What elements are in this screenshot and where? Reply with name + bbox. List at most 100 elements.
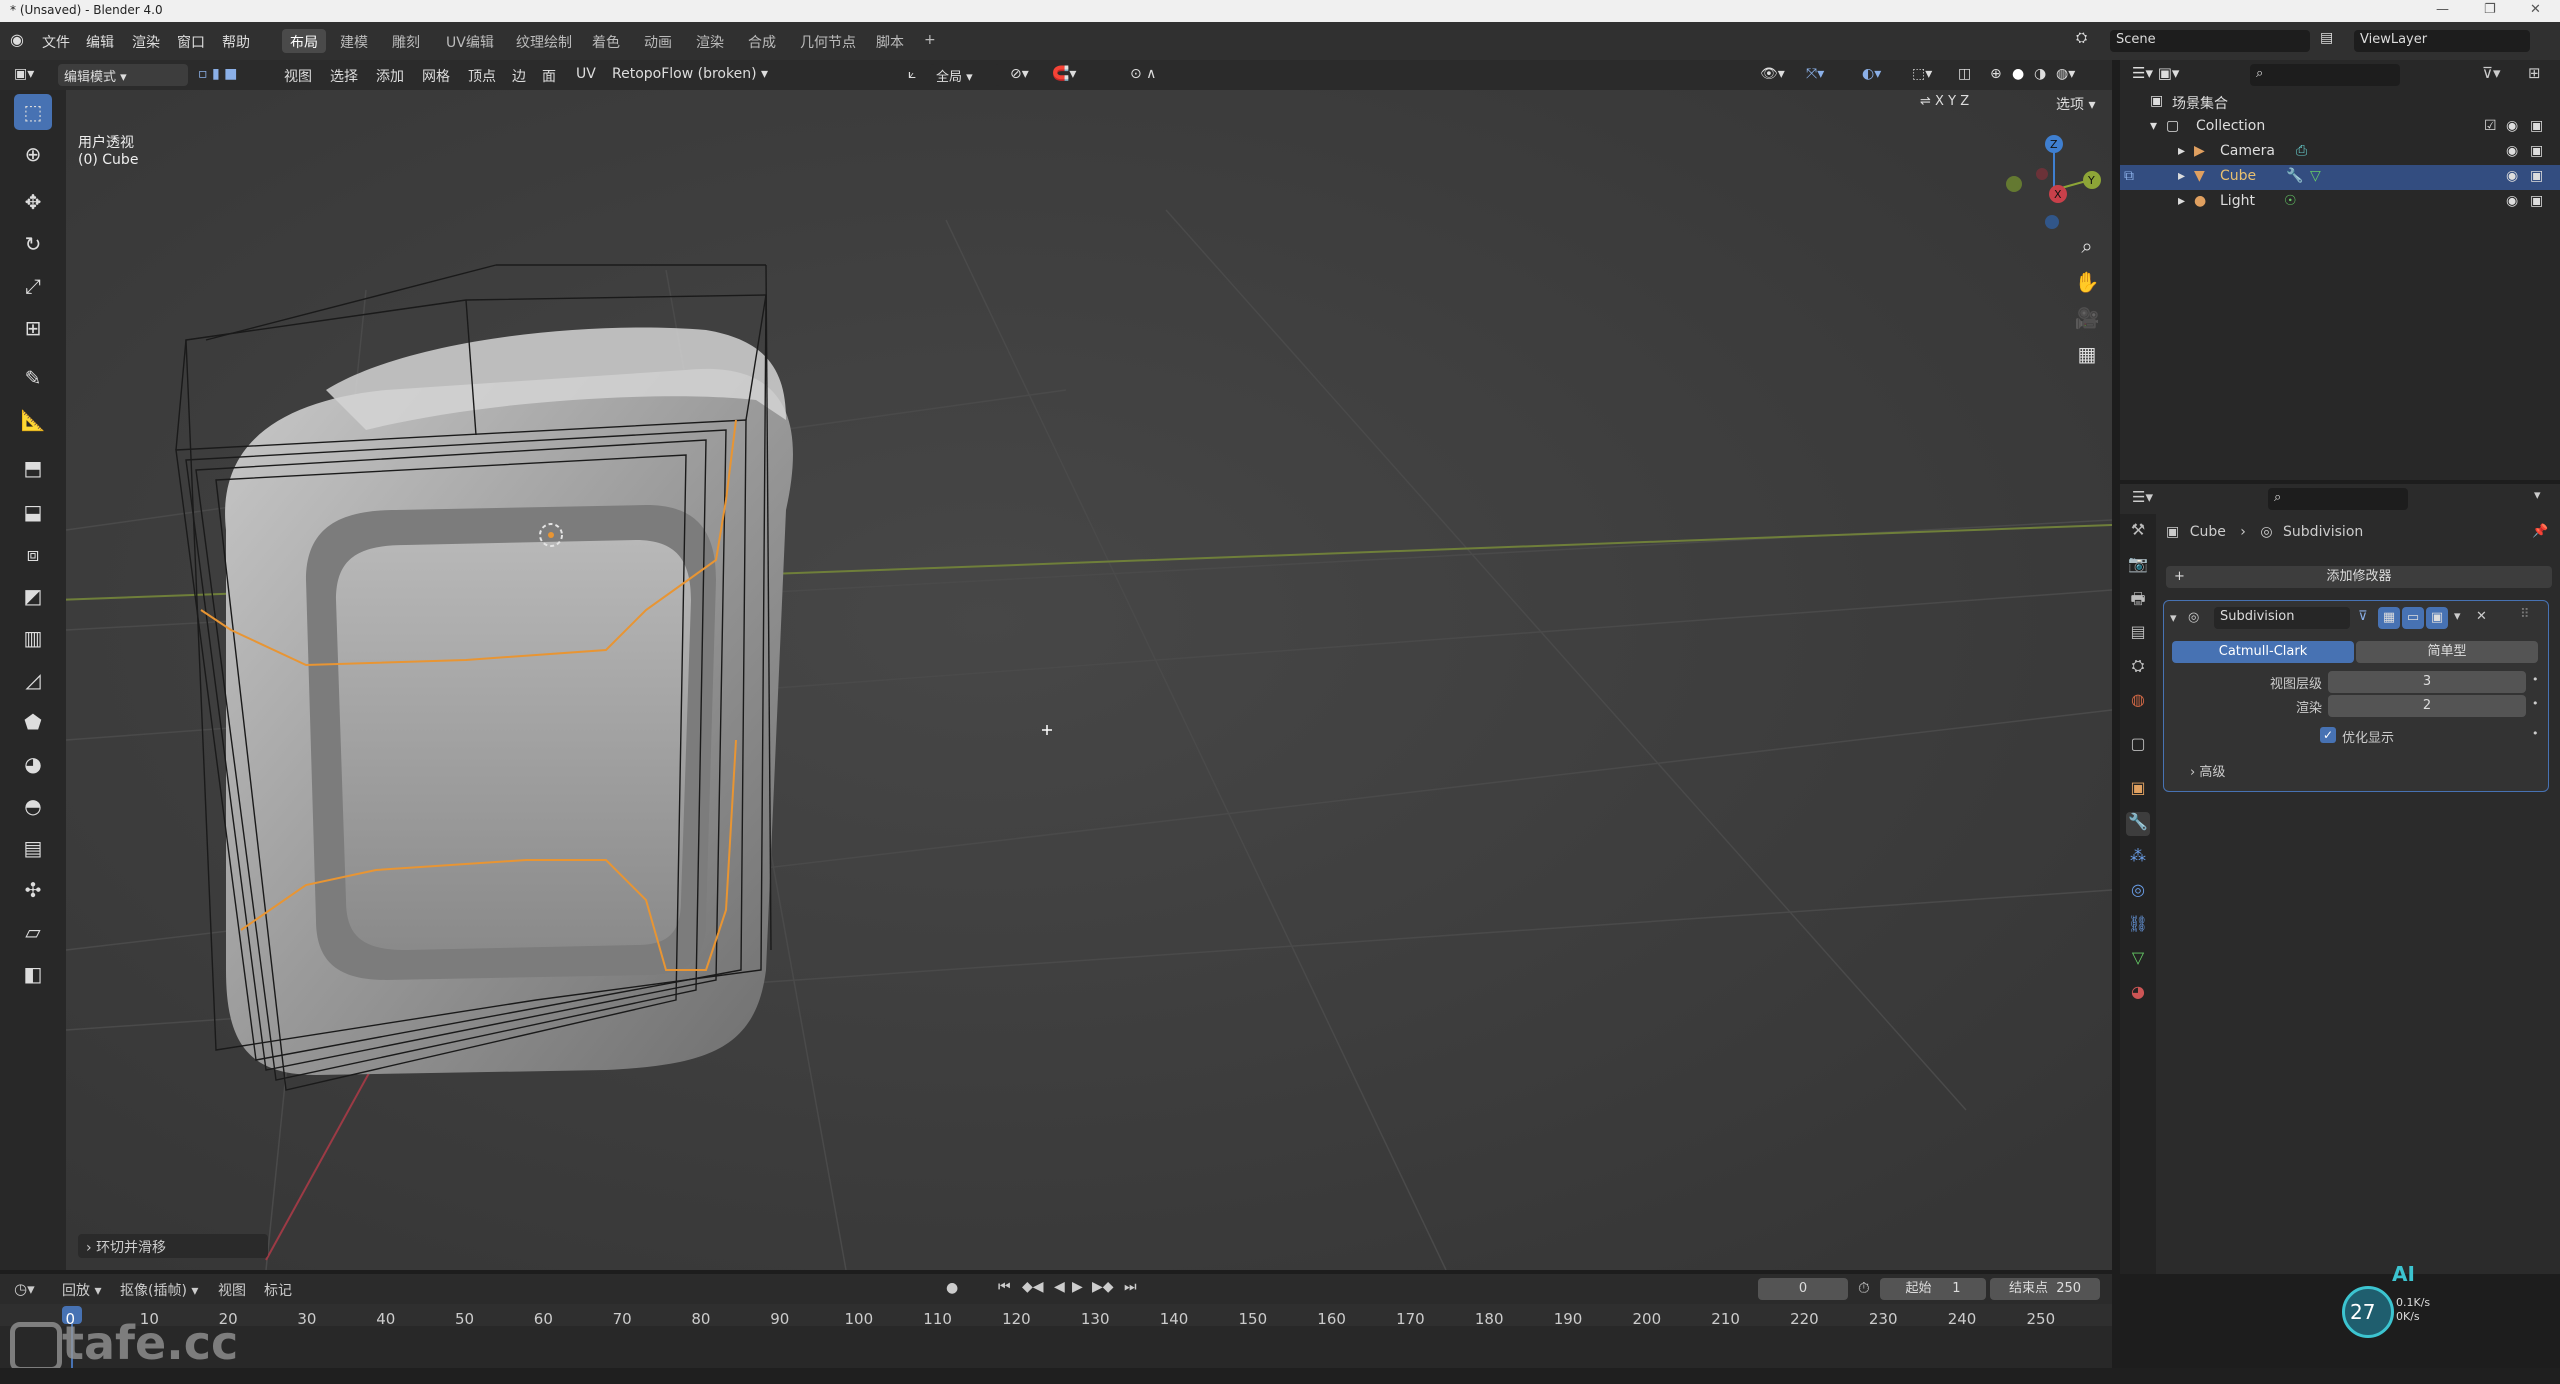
play-icon[interactable]: ▶	[1072, 1279, 1083, 1295]
poly-build-tool-icon[interactable]: ⬟	[14, 704, 52, 740]
pan-hand-icon[interactable]: ✋	[2072, 270, 2102, 300]
spin-tool-icon[interactable]: ◕	[14, 746, 52, 782]
workspace-tab-modeling[interactable]: 建模	[332, 29, 376, 53]
add-menu[interactable]: 添加	[376, 66, 404, 86]
keyframe-dot-icon[interactable]: •	[2532, 673, 2539, 686]
shading-wireframe-icon[interactable]: ⊕	[1990, 66, 2002, 82]
outliner-row-collection[interactable]: ▾ ▢ Collection ☑ ◉ ▣	[2120, 115, 2560, 140]
blender-logo-icon[interactable]: ◉	[10, 30, 24, 49]
knife-tool-icon[interactable]: ◿	[14, 662, 52, 698]
rotate-tool-icon[interactable]: ↻	[14, 226, 52, 262]
workspace-tab-uv[interactable]: UV编辑	[438, 29, 502, 53]
shrink-fatten-tool-icon[interactable]: ✣	[14, 872, 52, 908]
vertex-menu[interactable]: 顶点	[468, 66, 496, 86]
pin-icon[interactable]: 📌	[2532, 524, 2548, 539]
modifier-tab-icon[interactable]: 🔧	[2126, 812, 2150, 836]
marker-menu[interactable]: 标记	[264, 1280, 292, 1300]
keyframe-dot-icon[interactable]: •	[2532, 727, 2539, 740]
jump-start-icon[interactable]: ⏮	[998, 1279, 1011, 1295]
select-menu[interactable]: 选择	[330, 66, 358, 86]
outliner-search-input[interactable]: ⌕	[2250, 64, 2400, 86]
visibility-eye-icon[interactable]: ◉	[2506, 118, 2518, 134]
add-workspace-button[interactable]: +	[916, 29, 944, 53]
workspace-tab-texture-paint[interactable]: 纹理绘制	[508, 29, 580, 53]
outliner-editor-icon[interactable]: ☰▾ ▣▾	[2132, 64, 2179, 82]
workspace-tab-sculpt[interactable]: 雕刻	[384, 29, 428, 53]
filter-icon[interactable]: ⊽▾	[2482, 64, 2501, 82]
mirror-axis-toggles[interactable]: ⇌ X Y Z	[1920, 94, 1969, 109]
face-menu[interactable]: 面	[542, 66, 556, 86]
transform-orientation-selector[interactable]: 全局 ▾	[930, 64, 1000, 86]
render-levels-input[interactable]: 2	[2328, 695, 2526, 717]
catmull-clark-button[interactable]: Catmull-Clark	[2172, 641, 2354, 663]
expand-chevron-icon[interactable]: ▸	[2178, 193, 2185, 209]
loop-cut-tool-icon[interactable]: ▥	[14, 620, 52, 656]
expand-chevron-icon[interactable]: ▸	[2178, 143, 2185, 159]
visibility-eye-icon[interactable]: ◉	[2506, 168, 2518, 184]
scale-tool-icon[interactable]: ⤢	[14, 268, 52, 304]
properties-editor-icon[interactable]: ☰▾	[2132, 488, 2153, 506]
viewport-display-toggle-icon[interactable]: ▭	[2402, 607, 2424, 629]
scene-tab-icon[interactable]: ⛭	[2126, 656, 2150, 680]
zoom-icon[interactable]: ⌕	[2072, 234, 2102, 264]
render-camera-icon[interactable]: ▣	[2530, 118, 2543, 134]
expand-chevron-icon[interactable]: ▸	[2178, 168, 2185, 184]
extrude-tool-icon[interactable]: ⬓	[14, 494, 52, 530]
object-tab-icon[interactable]: ▣	[2126, 778, 2150, 802]
bevel-tool-icon[interactable]: ◩	[14, 578, 52, 614]
cage-toggle-icon[interactable]: ▦	[2378, 607, 2400, 629]
mirror-y[interactable]: Y	[1948, 94, 1956, 109]
menu-file[interactable]: 文件	[42, 32, 70, 52]
edit-mode-toggle-icon[interactable]: ⊽	[2358, 609, 2368, 624]
retopoflow-menu[interactable]: RetopoFlow (broken) ▾	[612, 66, 768, 82]
uv-menu[interactable]: UV	[576, 66, 596, 82]
render-toggle-icon[interactable]: ▣	[2426, 607, 2448, 629]
workspace-tab-layout[interactable]: 布局	[282, 29, 326, 53]
mirror-icon[interactable]: ⇌	[1920, 94, 1931, 109]
render-tab-icon[interactable]: 📷	[2126, 554, 2150, 578]
advanced-subpanel[interactable]: › 高级	[2190, 761, 2225, 780]
optimal-display-checkbox[interactable]: ✓	[2320, 727, 2336, 743]
render-camera-icon[interactable]: ▣	[2530, 168, 2543, 184]
shading-rendered-icon[interactable]: ◍▾	[2056, 66, 2075, 82]
shading-solid-icon[interactable]: ●	[2012, 66, 2024, 82]
particles-tab-icon[interactable]: ⁂	[2126, 846, 2150, 870]
select-mode-icons[interactable]: ▫ ▮ ■	[198, 66, 237, 82]
menu-help[interactable]: 帮助	[222, 32, 250, 52]
checkbox-icon[interactable]: ☑	[2484, 118, 2497, 134]
3d-viewport[interactable]: 用户透视 (0) Cube › 环切并滑移 ⇌ X Y Z 选项 ▾	[55, 90, 2113, 1271]
view-layer-selector[interactable]: ViewLayer	[2354, 30, 2530, 52]
modifier-name-input[interactable]: Subdivision	[2214, 607, 2350, 629]
shading-material-icon[interactable]: ◑	[2034, 66, 2046, 82]
physics-tab-icon[interactable]: ◎	[2126, 880, 2150, 904]
properties-search-input[interactable]: ⌕	[2268, 488, 2408, 510]
workspace-tab-rendering[interactable]: 渲染	[688, 29, 732, 53]
play-reverse-icon[interactable]: ◀	[1054, 1279, 1065, 1295]
delete-modifier-icon[interactable]: ✕	[2476, 609, 2487, 624]
timeline-editor-icon[interactable]: ◷▾	[14, 1280, 35, 1298]
workspace-tab-compositing[interactable]: 合成	[740, 29, 784, 53]
end-frame-input[interactable]: 结束点 250	[1990, 1278, 2100, 1300]
drag-handle-icon[interactable]: ⠿	[2520, 607, 2530, 622]
ortho-grid-icon[interactable]: ▦	[2072, 342, 2102, 372]
measure-tool-icon[interactable]: 📐	[14, 402, 52, 438]
playback-menu[interactable]: 回放 ▾	[62, 1280, 101, 1300]
proportional-edit-icon[interactable]: ⊙ ∧	[1130, 66, 1156, 82]
collection-tab-icon[interactable]: ▢	[2126, 734, 2150, 758]
snap-icon[interactable]: 🧲▾	[1052, 66, 1076, 82]
xray-icon[interactable]: ◫	[1958, 66, 1971, 82]
prev-keyframe-icon[interactable]: ◆◀	[1022, 1279, 1044, 1295]
start-frame-input[interactable]: 起始 1	[1880, 1278, 1986, 1300]
expand-chevron-icon[interactable]: ▾	[2150, 118, 2157, 134]
outliner-row-cube[interactable]: ⧉ ▸ ▼ Cube 🔧 ▽ ◉ ▣	[2120, 165, 2560, 190]
edge-slide-tool-icon[interactable]: ▤	[14, 830, 52, 866]
keyframe-dot-icon[interactable]: •	[2532, 697, 2539, 710]
maximize-icon[interactable]: ❐	[2484, 2, 2496, 17]
inset-tool-icon[interactable]: ⧈	[14, 536, 52, 572]
mesh-menu[interactable]: 网格	[422, 66, 450, 86]
select-box-tool-icon[interactable]: ⬚	[14, 94, 52, 130]
workspace-tab-animation[interactable]: 动画	[636, 29, 680, 53]
shear-tool-icon[interactable]: ▱	[14, 914, 52, 950]
jump-end-icon[interactable]: ⏭	[1124, 1279, 1137, 1295]
visibility-eye-icon[interactable]: ◉	[2506, 193, 2518, 209]
